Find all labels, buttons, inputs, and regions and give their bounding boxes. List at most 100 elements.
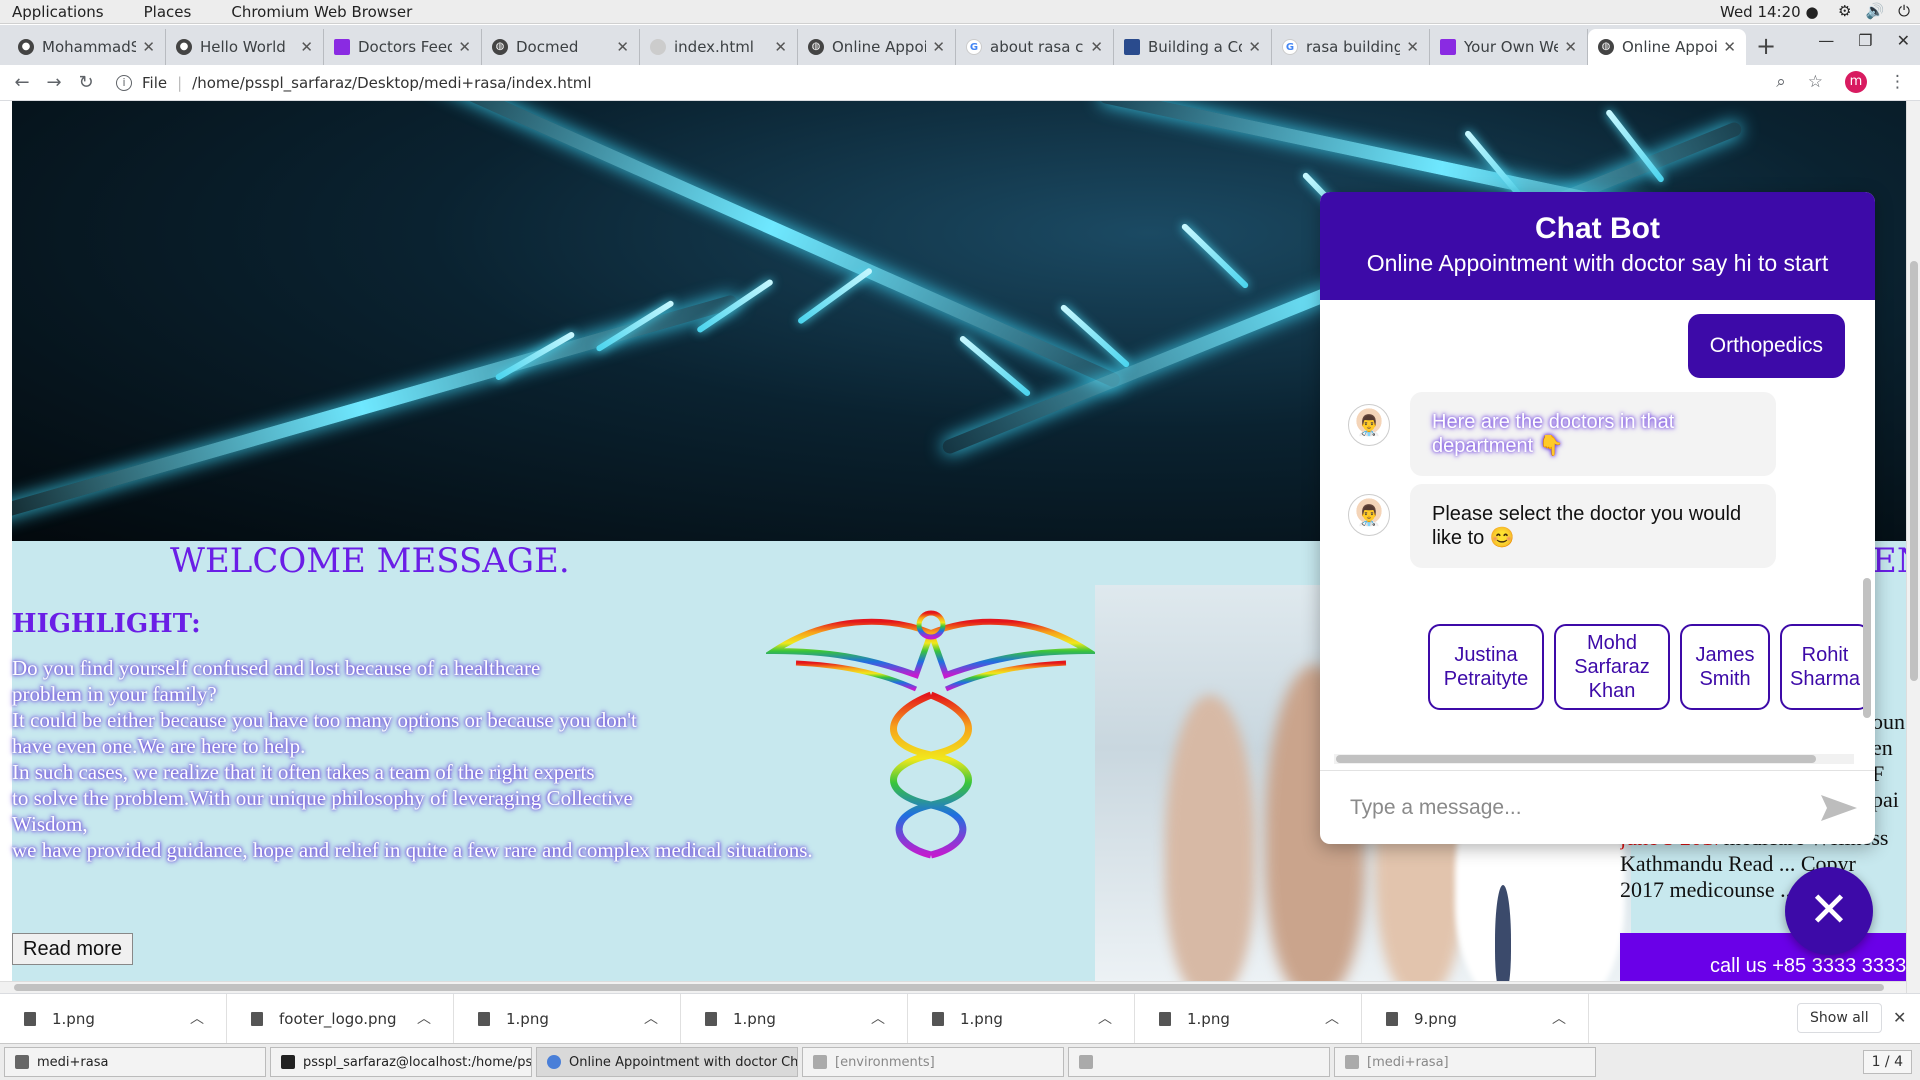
tab-active[interactable]: ◍ Online Appoin ✕ xyxy=(1588,29,1746,65)
scrollbar-thumb[interactable] xyxy=(1863,578,1871,718)
file-icon xyxy=(478,1011,490,1026)
tab[interactable]: index.html ✕ xyxy=(640,29,798,65)
chromium-icon xyxy=(547,1055,561,1069)
taskbar-item-active[interactable]: Online Appointment with doctor Ch... xyxy=(536,1047,798,1077)
close-icon[interactable]: ✕ xyxy=(1248,38,1261,56)
download-item[interactable]: 1.png ︿ xyxy=(1135,993,1362,1044)
tab[interactable]: ● Hello World ✕ xyxy=(166,29,324,65)
bookmark-star-icon[interactable]: ☆ xyxy=(1808,72,1823,92)
page-horizontal-scrollbar[interactable] xyxy=(0,981,1906,993)
doctor-choice-button[interactable]: Rohit Sharma xyxy=(1780,624,1870,710)
tab[interactable]: Building a Con ✕ xyxy=(1114,29,1272,65)
download-item[interactable]: footer_logo.png ︿ xyxy=(227,993,454,1044)
close-icon[interactable]: ✕ xyxy=(1723,38,1736,56)
close-icon[interactable]: ✕ xyxy=(1090,38,1103,56)
scrollbar-thumb[interactable] xyxy=(14,984,1884,991)
google-icon: G xyxy=(966,39,982,55)
tab[interactable]: Grasa building y ✕ xyxy=(1272,29,1430,65)
chevron-up-icon[interactable]: ︿ xyxy=(417,1008,431,1028)
tab[interactable]: ◍ Online Appoin ✕ xyxy=(798,29,956,65)
back-icon[interactable]: ← xyxy=(6,72,38,93)
chevron-up-icon[interactable]: ︿ xyxy=(190,1008,204,1028)
chat-horizontal-scrollbar[interactable] xyxy=(1334,754,1854,764)
tab[interactable]: Gabout rasa cha ✕ xyxy=(956,29,1114,65)
omnibox[interactable]: i File | /home/psspl_sarfaraz/Desktop/me… xyxy=(116,74,591,92)
maximize-icon[interactable]: ❐ xyxy=(1858,31,1872,50)
applications-menu[interactable]: Applications xyxy=(12,3,104,21)
taskbar-item[interactable]: [medi+rasa] xyxy=(1334,1047,1596,1077)
volume-icon[interactable]: 🔊 xyxy=(1865,2,1884,20)
close-icon[interactable]: ✕ xyxy=(616,38,629,56)
close-icon[interactable]: ✕ xyxy=(774,38,787,56)
close-icon[interactable]: ✕ xyxy=(142,38,155,56)
doctor-choice-button[interactable]: Justina Petraityte xyxy=(1428,624,1544,710)
show-all-downloads-button[interactable]: Show all xyxy=(1797,1003,1882,1033)
taskbar-label: Online Appointment with doctor Ch... xyxy=(569,1054,798,1070)
workspace-indicator[interactable]: 1 / 4 xyxy=(1862,1050,1912,1074)
minimize-icon[interactable]: — xyxy=(1818,31,1834,50)
network-icon[interactable]: ⚙ xyxy=(1838,2,1851,20)
scrollbar-thumb[interactable] xyxy=(1336,755,1816,763)
download-item[interactable]: 1.png ︿ xyxy=(681,993,908,1044)
news-line: 2017 medicounse ... l. xyxy=(1620,877,1814,902)
file-icon xyxy=(24,1011,36,1026)
active-app-menu[interactable]: Chromium Web Browser xyxy=(231,3,412,21)
close-icon[interactable]: ✕ xyxy=(1406,38,1419,56)
tab[interactable]: Doctors Feedb ✕ xyxy=(324,29,482,65)
download-item[interactable]: 1.png ︿ xyxy=(454,993,681,1044)
file-icon xyxy=(705,1011,717,1026)
intro-paragraph: Do you find yourself confused and lost b… xyxy=(12,656,637,758)
message-input[interactable] xyxy=(1350,795,1790,820)
close-downloads-icon[interactable]: ✕ xyxy=(1893,1008,1906,1027)
url-text[interactable]: /home/psspl_sarfaraz/Desktop/medi+rasa/i… xyxy=(192,74,591,92)
reload-icon[interactable]: ↻ xyxy=(70,72,102,93)
power-icon[interactable]: ⏻ xyxy=(1898,2,1910,20)
zoom-icon[interactable]: ⌕ xyxy=(1776,72,1786,92)
new-tab-button[interactable]: + xyxy=(1746,29,1786,65)
clock[interactable]: Wed 14:20 ● xyxy=(1720,3,1819,21)
bot-message: Please select the doctor you would like … xyxy=(1410,484,1776,568)
taskbar-item[interactable]: medi+rasa xyxy=(4,1047,266,1077)
chevron-up-icon[interactable]: ︿ xyxy=(1325,1008,1339,1028)
profile-avatar[interactable]: m xyxy=(1845,71,1867,93)
chat-vertical-scrollbar[interactable] xyxy=(1863,308,1871,738)
close-icon[interactable]: ✕ xyxy=(932,38,945,56)
close-icon[interactable]: ✕ xyxy=(300,38,313,56)
taskbar-item[interactable] xyxy=(1068,1047,1330,1077)
doctor-choice-button[interactable]: Mohd Sarfaraz Khan xyxy=(1554,624,1670,710)
download-item[interactable]: 1.png ︿ xyxy=(908,993,1135,1044)
places-menu[interactable]: Places xyxy=(144,3,192,21)
tab-label: Online Appoin xyxy=(1622,38,1718,56)
scrollbar-thumb[interactable] xyxy=(1910,261,1918,681)
send-icon[interactable] xyxy=(1819,793,1859,823)
caduceus-logo xyxy=(766,610,1096,867)
download-item[interactable]: 9.png ︿ xyxy=(1362,993,1589,1044)
folder-icon xyxy=(15,1055,29,1069)
system-tray[interactable]: ⚙ 🔊 ⏻ xyxy=(1838,2,1910,20)
globe-icon: ◍ xyxy=(808,39,824,55)
chevron-up-icon[interactable]: ︿ xyxy=(1098,1008,1112,1028)
read-more-button[interactable]: Read more xyxy=(12,933,133,965)
separator: | xyxy=(177,73,183,92)
kebab-menu-icon[interactable]: ⋮ xyxy=(1889,72,1906,92)
page-vertical-scrollbar[interactable] xyxy=(1906,101,1920,993)
philosophy-paragraph: In such cases, we realize that it often … xyxy=(12,760,813,862)
forward-icon[interactable]: → xyxy=(38,72,70,93)
chevron-up-icon[interactable]: ︿ xyxy=(1552,1008,1566,1028)
terminal-icon xyxy=(281,1055,295,1069)
close-icon[interactable]: ✕ xyxy=(458,38,471,56)
close-chat-button[interactable]: ✕ xyxy=(1785,867,1873,955)
taskbar-item[interactable]: [environments] xyxy=(802,1047,1064,1077)
tab[interactable]: Your Own We ✕ xyxy=(1430,29,1588,65)
file-icon xyxy=(650,39,666,55)
chevron-up-icon[interactable]: ︿ xyxy=(871,1008,885,1028)
tab[interactable]: ● MohammadSa ✕ xyxy=(8,29,166,65)
close-window-icon[interactable]: ✕ xyxy=(1897,31,1910,50)
doctor-choice-button[interactable]: James Smith xyxy=(1680,624,1770,710)
chevron-up-icon[interactable]: ︿ xyxy=(644,1008,658,1028)
close-icon[interactable]: ✕ xyxy=(1564,38,1577,56)
taskbar-item[interactable]: psspl_sarfaraz@localhost:/home/pss... xyxy=(270,1047,532,1077)
download-item[interactable]: 1.png ︿ xyxy=(0,993,227,1044)
info-icon[interactable]: i xyxy=(116,74,132,91)
tab[interactable]: ◍ Docmed ✕ xyxy=(482,29,640,65)
